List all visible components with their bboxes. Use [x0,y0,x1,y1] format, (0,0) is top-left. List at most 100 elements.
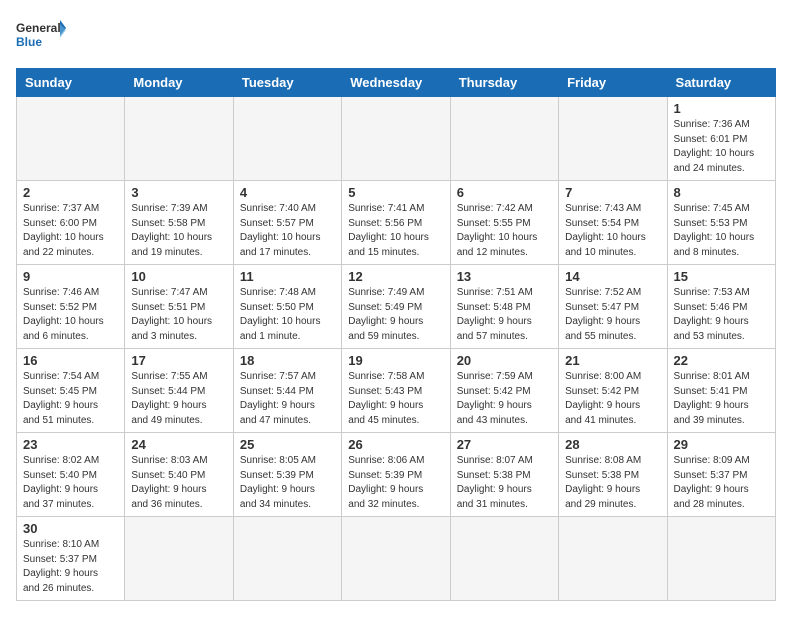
calendar-cell: 30Sunrise: 8:10 AM Sunset: 5:37 PM Dayli… [17,517,125,601]
day-number: 20 [457,353,552,368]
calendar-cell: 24 Sunrise: 8:03 AM Sunset: 5:40 PM Dayli… [125,433,233,517]
day-info: Sunrise: 7:49 AM Sunset: 5:49 PM Dayligh… [348,286,443,344]
day-number: 12 [348,269,443,284]
calendar-cell: 22 Sunrise: 8:01 AM Sunset: 5:41 PM Dayli… [667,349,775,433]
calendar-cell: 5 Sunrise: 7:41 AM Sunset: 5:56 PM Daylig… [342,181,450,265]
calendar-cell: 13Sunrise: 7:51 AM Sunset: 5:48 PM Dayli… [450,265,558,349]
day-number: 25 [240,437,335,452]
day-info: Sunrise: 7:46 AM Sunset: 5:52 PM Dayligh… [23,286,118,344]
day-info: Sunrise: 8:02 AM Sunset: 5:40 PM Dayligh… [23,454,118,512]
day-info: Sunrise: 7:37 AM Sunset: 6:00 PM Dayligh… [23,202,118,260]
day-info: Sunrise: 7:42 AM Sunset: 5:55 PM Dayligh… [457,202,552,260]
calendar-cell: 10Sunrise: 7:47 AM Sunset: 5:51 PM Dayli… [125,265,233,349]
logo-svg: General Blue [16,16,66,58]
svg-text:General: General [16,21,61,35]
logo: General Blue [16,16,66,58]
calendar-cell [125,517,233,601]
day-number: 19 [348,353,443,368]
calendar-cell: 29 Sunrise: 8:09 AM Sunset: 5:37 PM Dayli… [667,433,775,517]
calendar-cell: 16 Sunrise: 7:54 AM Sunset: 5:45 PM Dayli… [17,349,125,433]
calendar-week-5: 23 Sunrise: 8:02 AM Sunset: 5:40 PM Dayli… [17,433,776,517]
calendar-week-6: 30Sunrise: 8:10 AM Sunset: 5:37 PM Dayli… [17,517,776,601]
day-info: Sunrise: 8:08 AM Sunset: 5:38 PM Dayligh… [565,454,660,512]
calendar-cell: 12 Sunrise: 7:49 AM Sunset: 5:49 PM Dayli… [342,265,450,349]
day-info: Sunrise: 8:10 AM Sunset: 5:37 PM Dayligh… [23,538,118,596]
day-info: Sunrise: 7:53 AM Sunset: 5:46 PM Dayligh… [674,286,769,344]
calendar-cell: 15 Sunrise: 7:53 AM Sunset: 5:46 PM Dayli… [667,265,775,349]
day-number: 21 [565,353,660,368]
calendar-cell [233,97,341,181]
day-info: Sunrise: 7:40 AM Sunset: 5:57 PM Dayligh… [240,202,335,260]
day-info: Sunrise: 7:39 AM Sunset: 5:58 PM Dayligh… [131,202,226,260]
day-info: Sunrise: 7:51 AM Sunset: 5:48 PM Dayligh… [457,286,552,344]
day-number: 6 [457,185,552,200]
day-info: Sunrise: 7:48 AM Sunset: 5:50 PM Dayligh… [240,286,335,344]
day-number: 14 [565,269,660,284]
day-info: Sunrise: 7:41 AM Sunset: 5:56 PM Dayligh… [348,202,443,260]
calendar-week-2: 2Sunrise: 7:37 AM Sunset: 6:00 PM Daylig… [17,181,776,265]
day-info: Sunrise: 7:36 AM Sunset: 6:01 PM Dayligh… [674,118,769,176]
day-number: 9 [23,269,118,284]
day-number: 7 [565,185,660,200]
day-number: 5 [348,185,443,200]
calendar-cell: 7 Sunrise: 7:43 AM Sunset: 5:54 PM Daylig… [559,181,667,265]
calendar-cell: 25Sunrise: 8:05 AM Sunset: 5:39 PM Dayli… [233,433,341,517]
calendar-week-4: 16 Sunrise: 7:54 AM Sunset: 5:45 PM Dayli… [17,349,776,433]
day-info: Sunrise: 7:54 AM Sunset: 5:45 PM Dayligh… [23,370,118,428]
day-number: 24 [131,437,226,452]
day-number: 22 [674,353,769,368]
calendar-cell: 27 Sunrise: 8:07 AM Sunset: 5:38 PM Dayli… [450,433,558,517]
day-number: 11 [240,269,335,284]
weekday-header-friday: Friday [559,69,667,97]
calendar-cell: 20 Sunrise: 7:59 AM Sunset: 5:42 PM Dayli… [450,349,558,433]
calendar-week-3: 9 Sunrise: 7:46 AM Sunset: 5:52 PM Daylig… [17,265,776,349]
calendar-cell [342,97,450,181]
day-number: 17 [131,353,226,368]
calendar-cell: 18 Sunrise: 7:57 AM Sunset: 5:44 PM Dayli… [233,349,341,433]
calendar-cell: 17 Sunrise: 7:55 AM Sunset: 5:44 PM Dayli… [125,349,233,433]
day-number: 8 [674,185,769,200]
day-number: 28 [565,437,660,452]
day-number: 15 [674,269,769,284]
day-info: Sunrise: 7:45 AM Sunset: 5:53 PM Dayligh… [674,202,769,260]
day-info: Sunrise: 7:43 AM Sunset: 5:54 PM Dayligh… [565,202,660,260]
weekday-header-wednesday: Wednesday [342,69,450,97]
weekday-header-sunday: Sunday [17,69,125,97]
day-info: Sunrise: 7:55 AM Sunset: 5:44 PM Dayligh… [131,370,226,428]
calendar-cell [559,517,667,601]
day-info: Sunrise: 7:59 AM Sunset: 5:42 PM Dayligh… [457,370,552,428]
calendar-week-1: 1 Sunrise: 7:36 AM Sunset: 6:01 PM Daylig… [17,97,776,181]
calendar-cell: 11 Sunrise: 7:48 AM Sunset: 5:50 PM Dayli… [233,265,341,349]
calendar-cell [233,517,341,601]
day-info: Sunrise: 7:52 AM Sunset: 5:47 PM Dayligh… [565,286,660,344]
day-number: 4 [240,185,335,200]
day-number: 27 [457,437,552,452]
day-number: 29 [674,437,769,452]
day-info: Sunrise: 7:57 AM Sunset: 5:44 PM Dayligh… [240,370,335,428]
calendar-cell [559,97,667,181]
day-info: Sunrise: 8:01 AM Sunset: 5:41 PM Dayligh… [674,370,769,428]
calendar-cell [667,517,775,601]
calendar-cell: 3 Sunrise: 7:39 AM Sunset: 5:58 PM Daylig… [125,181,233,265]
day-info: Sunrise: 8:06 AM Sunset: 5:39 PM Dayligh… [348,454,443,512]
day-info: Sunrise: 8:03 AM Sunset: 5:40 PM Dayligh… [131,454,226,512]
day-number: 1 [674,101,769,116]
calendar-cell: 23 Sunrise: 8:02 AM Sunset: 5:40 PM Dayli… [17,433,125,517]
weekday-header-row: SundayMondayTuesdayWednesdayThursdayFrid… [17,69,776,97]
day-number: 23 [23,437,118,452]
calendar-cell [125,97,233,181]
calendar-cell: 2Sunrise: 7:37 AM Sunset: 6:00 PM Daylig… [17,181,125,265]
day-info: Sunrise: 8:09 AM Sunset: 5:37 PM Dayligh… [674,454,769,512]
day-number: 16 [23,353,118,368]
calendar-cell [450,97,558,181]
calendar-cell: 1 Sunrise: 7:36 AM Sunset: 6:01 PM Daylig… [667,97,775,181]
calendar-cell: 21Sunrise: 8:00 AM Sunset: 5:42 PM Dayli… [559,349,667,433]
day-number: 10 [131,269,226,284]
calendar-cell: 14 Sunrise: 7:52 AM Sunset: 5:47 PM Dayli… [559,265,667,349]
calendar-cell: 26Sunrise: 8:06 AM Sunset: 5:39 PM Dayli… [342,433,450,517]
day-number: 18 [240,353,335,368]
calendar-cell: 19Sunrise: 7:58 AM Sunset: 5:43 PM Dayli… [342,349,450,433]
day-info: Sunrise: 8:07 AM Sunset: 5:38 PM Dayligh… [457,454,552,512]
header: General Blue [16,16,776,58]
day-number: 3 [131,185,226,200]
